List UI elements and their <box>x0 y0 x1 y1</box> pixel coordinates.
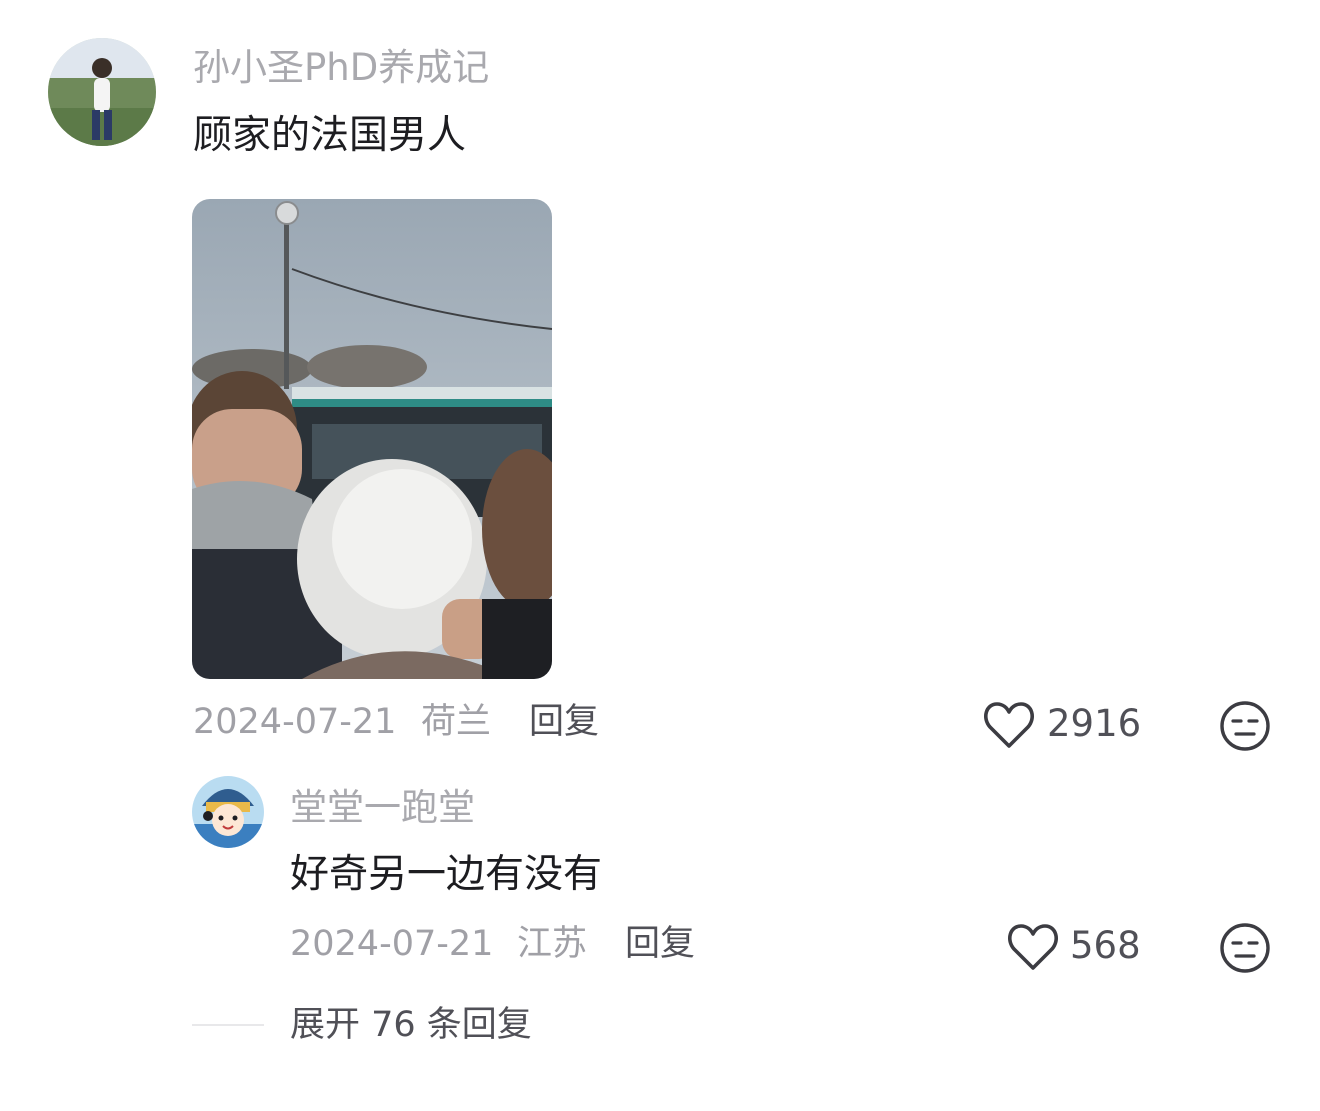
meh-face-icon[interactable] <box>1218 921 1272 975</box>
comment-username[interactable]: 孙小圣PhD养成记 <box>193 46 489 90</box>
comment-date: 2024-07-21 <box>193 702 397 742</box>
comment-avatar[interactable] <box>48 38 156 146</box>
reply-username[interactable]: 堂堂一跑堂 <box>290 786 475 830</box>
heart-outline-icon[interactable] <box>1006 921 1060 973</box>
comment-like-count: 2916 <box>1047 702 1142 745</box>
comment-photo[interactable] <box>192 199 552 679</box>
expand-divider <box>192 1024 264 1026</box>
meh-face-icon[interactable] <box>1218 699 1272 753</box>
reply-location: 江苏 <box>517 924 588 964</box>
reply-avatar[interactable] <box>192 776 264 848</box>
reply-reply-button[interactable]: 回复 <box>625 922 695 966</box>
reply-date: 2024-07-21 <box>290 924 494 964</box>
reply-text: 好奇另一边有没有 <box>290 852 603 897</box>
expand-replies-button[interactable]: 展开 76 条回复 <box>290 1003 532 1047</box>
reply-like-count: 568 <box>1070 924 1141 967</box>
comment-reply-button[interactable]: 回复 <box>529 700 599 744</box>
heart-outline-icon[interactable] <box>982 699 1036 751</box>
comment-location: 荷兰 <box>421 702 492 742</box>
comment-text: 顾家的法国男人 <box>193 113 467 158</box>
